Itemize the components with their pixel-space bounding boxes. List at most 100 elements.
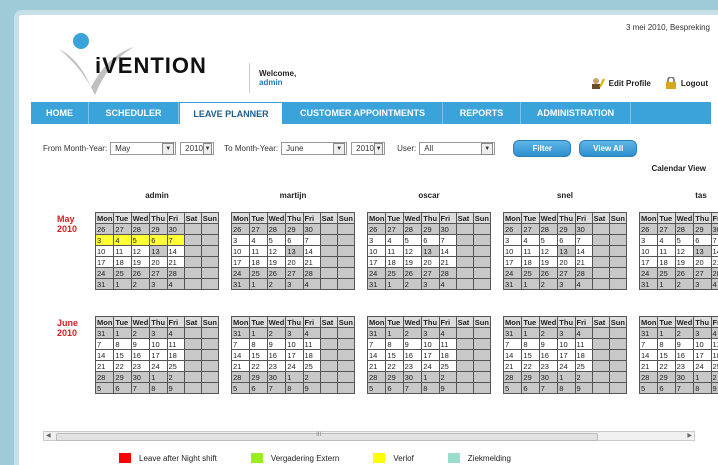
day-cell[interactable]: 8 xyxy=(385,338,404,350)
day-cell[interactable]: 28 xyxy=(366,371,387,383)
day-cell[interactable]: 8 xyxy=(557,382,576,394)
day-cell[interactable]: 26 xyxy=(502,223,523,235)
day-cell[interactable] xyxy=(200,338,220,350)
day-cell[interactable]: 28 xyxy=(710,267,718,279)
day-cell[interactable]: 14 xyxy=(366,349,387,361)
day-cell[interactable] xyxy=(183,245,202,257)
day-cell[interactable]: 17 xyxy=(230,256,251,268)
day-cell[interactable] xyxy=(336,234,356,246)
day-cell[interactable]: 18 xyxy=(113,256,132,268)
day-cell[interactable]: 28 xyxy=(166,267,185,279)
day-cell[interactable]: 17 xyxy=(285,349,304,361)
day-cell[interactable]: 25 xyxy=(302,360,321,372)
day-cell[interactable] xyxy=(336,256,356,268)
day-cell[interactable]: 4 xyxy=(385,234,404,246)
day-cell[interactable]: 16 xyxy=(674,349,695,361)
day-cell[interactable] xyxy=(608,223,628,235)
day-cell[interactable]: 29 xyxy=(285,223,304,235)
day-cell[interactable] xyxy=(608,234,628,246)
day-cell[interactable]: 25 xyxy=(521,267,540,279)
day-cell[interactable] xyxy=(336,245,356,257)
day-cell[interactable] xyxy=(183,349,202,361)
day-cell[interactable] xyxy=(608,360,628,372)
day-cell[interactable] xyxy=(319,234,338,246)
day-cell[interactable]: 28 xyxy=(230,371,251,383)
day-cell[interactable] xyxy=(591,267,610,279)
day-cell[interactable]: 6 xyxy=(657,382,676,394)
day-cell[interactable]: 24 xyxy=(285,360,304,372)
day-cell[interactable]: 7 xyxy=(638,338,659,350)
scroll-left-icon[interactable]: ◀ xyxy=(46,432,51,439)
day-cell[interactable]: 28 xyxy=(674,223,695,235)
day-cell[interactable] xyxy=(455,371,474,383)
day-cell[interactable]: 23 xyxy=(538,360,559,372)
day-cell[interactable]: 2 xyxy=(574,371,593,383)
day-cell[interactable]: 16 xyxy=(402,349,423,361)
day-cell[interactable]: 7 xyxy=(574,234,593,246)
day-cell[interactable]: 4 xyxy=(249,234,268,246)
day-cell[interactable] xyxy=(319,360,338,372)
day-cell[interactable]: 5 xyxy=(366,382,387,394)
day-cell[interactable]: 27 xyxy=(385,223,404,235)
day-cell[interactable]: 28 xyxy=(502,371,523,383)
day-cell[interactable]: 23 xyxy=(402,360,423,372)
day-cell[interactable]: 15 xyxy=(385,349,404,361)
day-cell[interactable]: 20 xyxy=(285,256,304,268)
day-cell[interactable]: 12 xyxy=(266,245,287,257)
day-cell[interactable]: 3 xyxy=(94,234,115,246)
day-cell[interactable]: 4 xyxy=(438,278,457,290)
day-cell[interactable]: 1 xyxy=(693,371,712,383)
day-cell[interactable] xyxy=(591,338,610,350)
day-cell[interactable]: 9 xyxy=(166,382,185,394)
day-cell[interactable] xyxy=(591,234,610,246)
day-cell[interactable]: 10 xyxy=(366,245,387,257)
day-cell[interactable]: 6 xyxy=(385,382,404,394)
day-cell[interactable]: 31 xyxy=(94,327,115,339)
day-cell[interactable]: 7 xyxy=(94,338,115,350)
day-cell[interactable]: 18 xyxy=(438,349,457,361)
day-cell[interactable]: 13 xyxy=(557,245,576,257)
day-cell[interactable]: 17 xyxy=(94,256,115,268)
day-cell[interactable]: 28 xyxy=(402,223,423,235)
day-cell[interactable]: 4 xyxy=(710,327,718,339)
day-cell[interactable]: 13 xyxy=(693,245,712,257)
day-cell[interactable] xyxy=(472,245,492,257)
day-cell[interactable] xyxy=(183,360,202,372)
day-cell[interactable]: 11 xyxy=(710,338,718,350)
day-cell[interactable]: 29 xyxy=(421,223,440,235)
day-cell[interactable] xyxy=(319,223,338,235)
day-cell[interactable]: 29 xyxy=(249,371,268,383)
day-cell[interactable]: 31 xyxy=(366,278,387,290)
day-cell[interactable]: 12 xyxy=(402,245,423,257)
day-cell[interactable]: 9 xyxy=(538,338,559,350)
day-cell[interactable]: 21 xyxy=(94,360,115,372)
day-cell[interactable] xyxy=(455,267,474,279)
day-cell[interactable]: 27 xyxy=(421,267,440,279)
day-cell[interactable]: 24 xyxy=(149,360,168,372)
day-cell[interactable]: 26 xyxy=(94,223,115,235)
day-cell[interactable]: 21 xyxy=(366,360,387,372)
day-cell[interactable]: 31 xyxy=(94,278,115,290)
day-cell[interactable]: 9 xyxy=(302,382,321,394)
day-cell[interactable]: 7 xyxy=(302,234,321,246)
day-cell[interactable]: 24 xyxy=(502,267,523,279)
day-cell[interactable]: 27 xyxy=(113,223,132,235)
day-cell[interactable] xyxy=(608,256,628,268)
day-cell[interactable]: 5 xyxy=(674,234,695,246)
day-cell[interactable]: 3 xyxy=(149,278,168,290)
day-cell[interactable]: 1 xyxy=(249,278,268,290)
day-cell[interactable]: 14 xyxy=(438,245,457,257)
day-cell[interactable] xyxy=(608,327,628,339)
day-cell[interactable] xyxy=(200,360,220,372)
day-cell[interactable]: 15 xyxy=(113,349,132,361)
day-cell[interactable]: 7 xyxy=(266,382,287,394)
day-cell[interactable]: 1 xyxy=(521,327,540,339)
day-cell[interactable]: 15 xyxy=(249,349,268,361)
day-cell[interactable]: 2 xyxy=(266,327,287,339)
day-cell[interactable] xyxy=(608,278,628,290)
day-cell[interactable]: 29 xyxy=(693,223,712,235)
day-cell[interactable]: 18 xyxy=(574,349,593,361)
day-cell[interactable]: 1 xyxy=(385,278,404,290)
day-cell[interactable]: 12 xyxy=(674,245,695,257)
day-cell[interactable]: 30 xyxy=(266,371,287,383)
